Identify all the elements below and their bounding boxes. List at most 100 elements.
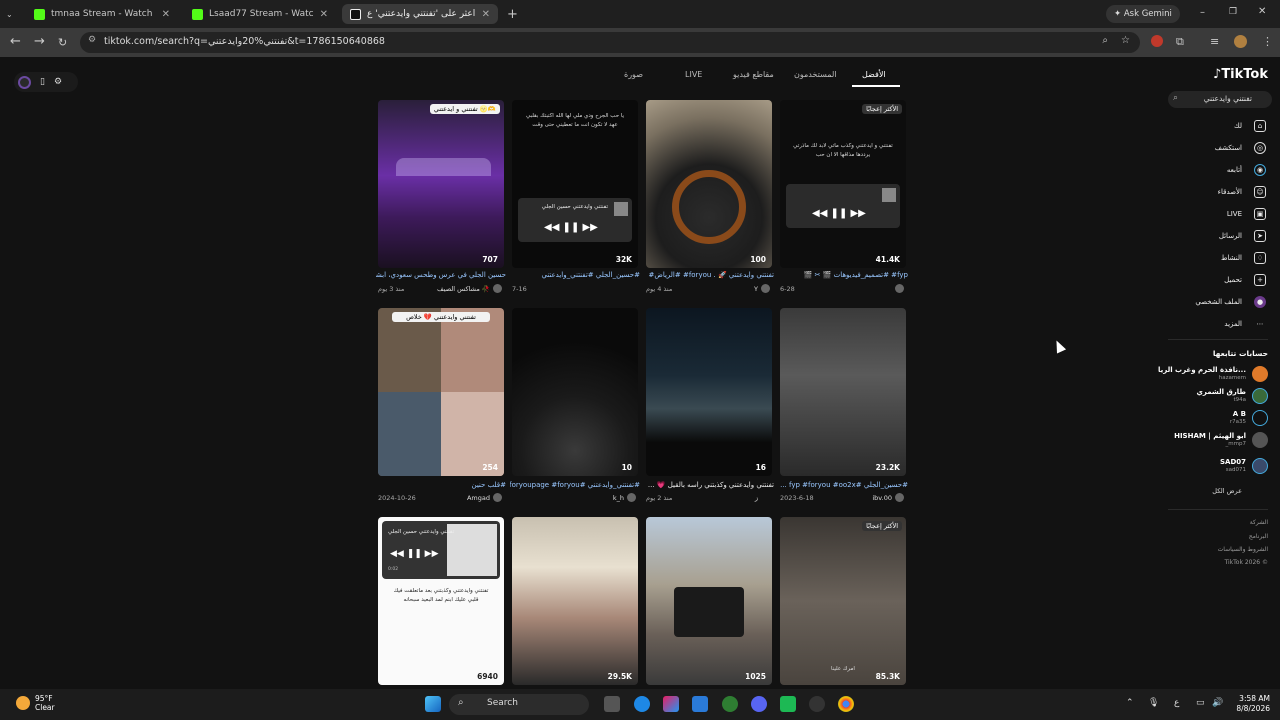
- player-controls-icon[interactable]: ◀◀ ❚❚ ▶▶: [390, 549, 439, 559]
- url-field[interactable]: ⚙ tiktok.com/search?q=تفنتني%20وايدعتني&t…: [80, 32, 1140, 53]
- nav-item-for-you[interactable]: ⌂ لك: [1156, 120, 1266, 134]
- nav-item-live[interactable]: ▣ LIVE: [1156, 208, 1266, 222]
- ask-gemini-button[interactable]: ✦ Ask Gemini: [1106, 5, 1180, 23]
- video-card[interactable]: 23.2K: [780, 308, 906, 476]
- nav-item-profile[interactable]: ● الملف الشخصي: [1156, 296, 1266, 310]
- app-steam-icon[interactable]: [809, 696, 825, 712]
- volume-icon[interactable]: 🔊: [1212, 698, 1223, 708]
- following-account[interactable]: HISHAM | ابو الهيثم _mmp7: [1158, 429, 1268, 451]
- close-tab-icon[interactable]: ✕: [162, 9, 170, 20]
- nav-item-following[interactable]: ◉ أتابعه: [1156, 164, 1266, 178]
- user-avatar[interactable]: [895, 493, 904, 502]
- tab-photos[interactable]: صورة: [624, 70, 643, 79]
- tab-tiktok-search[interactable]: اعثر على 'تفنتني وايدعتني' ع ✕: [342, 4, 498, 24]
- windows-start-icon[interactable]: [425, 696, 441, 712]
- user-avatar[interactable]: [895, 284, 904, 293]
- video-caption[interactable]: #حسين_الجلي #fyp #foryou #oo2x ...: [778, 481, 908, 489]
- back-arrow-icon[interactable]: ←: [10, 34, 21, 49]
- following-account[interactable]: A Br7a35: [1158, 407, 1268, 429]
- video-card[interactable]: الأكثر إعجابًا تفنتني و ايدعتني وكذب مات…: [780, 100, 906, 268]
- discord-icon[interactable]: [751, 696, 767, 712]
- user-avatar[interactable]: [493, 493, 502, 502]
- video-caption[interactable]: #حسين_الجلي #تفنتني_وايدعتني: [510, 271, 640, 279]
- video-card[interactable]: 10: [512, 308, 638, 476]
- edge-browser-icon[interactable]: [634, 696, 650, 712]
- video-card[interactable]: 100: [646, 100, 772, 268]
- reload-icon[interactable]: ↻: [58, 36, 67, 49]
- footer-link[interactable]: الشركة: [1250, 519, 1268, 526]
- user-avatar[interactable]: [761, 284, 770, 293]
- tab-videos[interactable]: مقاطع فيديو: [733, 70, 774, 79]
- nav-item-more[interactable]: ⋯ المزيد: [1156, 318, 1266, 332]
- video-caption[interactable]: #قلب حنين: [376, 481, 506, 489]
- video-card[interactable]: تفنتني و ايدعتني 🌝🫶 707: [378, 100, 504, 268]
- browser-menu-icon[interactable]: ⋮: [1262, 35, 1273, 48]
- user-avatar[interactable]: [627, 493, 636, 502]
- tab-kick-lsaad[interactable]: Lsaad77 Stream - Watch Li✕: [184, 4, 336, 24]
- footer-link[interactable]: البرنامج: [1249, 533, 1268, 540]
- nav-item-upload[interactable]: + تحميل: [1156, 274, 1266, 288]
- search-icon[interactable]: ⌕: [1173, 93, 1178, 103]
- app-green-icon[interactable]: [780, 696, 796, 712]
- language-icon[interactable]: ع: [1174, 698, 1179, 708]
- tray-chevron-icon[interactable]: ⌃: [1126, 698, 1134, 708]
- video-card[interactable]: تفنتني وايدعتني 💔 خلاص 254: [378, 308, 504, 476]
- video-caption[interactable]: تفنتني وايدعتني وكذبتني راسه بالقيل 💗 ..…: [644, 481, 774, 489]
- extension-orb-icon[interactable]: [18, 75, 31, 89]
- player-controls-icon[interactable]: ◀◀ ❚❚ ▶▶: [544, 222, 598, 233]
- video-caption[interactable]: حسين الجلي في عرس وطحس سعودي، ابشير بصوت…: [376, 271, 506, 279]
- new-tab-button[interactable]: +: [504, 4, 522, 24]
- tiktok-logo[interactable]: ♪TikTok: [1213, 67, 1268, 82]
- video-caption[interactable]: fyp# #تصميم_فيديوهات 🎬 ✂ 🎬: [778, 271, 908, 279]
- close-tab-icon[interactable]: ✕: [482, 9, 490, 20]
- task-view-icon[interactable]: [604, 696, 620, 712]
- nav-item-explore[interactable]: ◎ استكشف: [1156, 142, 1266, 156]
- following-account[interactable]: طارق الشمري t94a: [1158, 385, 1268, 407]
- video-card[interactable]: تفنتني وايدعتني حسين الجلي ◀◀ ❚❚ ▶▶ 0:02…: [378, 517, 504, 685]
- video-caption[interactable]: تفنتني وايدعتني 🚀 . foryou# #الرياض#: [644, 271, 775, 279]
- taskbar-search[interactable]: ⌕ Search: [449, 694, 589, 715]
- following-account[interactable]: SAD07 sad071: [1158, 455, 1268, 477]
- video-card[interactable]: الأكثر إعجابًا امرك علينا 85.3K: [780, 517, 906, 685]
- profile-avatar-icon[interactable]: [1234, 35, 1247, 48]
- video-card[interactable]: 16: [646, 308, 772, 476]
- video-caption[interactable]: #تفنتني_وايدعتني #foryoupage #foryou ...: [510, 481, 640, 489]
- see-all-link[interactable]: عرض الكل: [1212, 487, 1242, 495]
- tab-live[interactable]: LIVE: [685, 70, 702, 79]
- taskbar-clock[interactable]: 3:58 AM 8/8/2026: [1236, 694, 1270, 714]
- footer-link[interactable]: الشروط والسياسات: [1218, 546, 1268, 553]
- extension-square-icon[interactable]: ▯: [40, 77, 45, 87]
- bookmark-star-icon[interactable]: ☆: [1121, 35, 1130, 46]
- tab-list-button[interactable]: ⌄: [2, 4, 22, 24]
- minimize-button[interactable]: –: [1200, 7, 1205, 18]
- weather-widget[interactable]: 95°F Clear: [16, 694, 55, 712]
- microsoft-store-icon[interactable]: [692, 696, 708, 712]
- xbox-icon[interactable]: [722, 696, 738, 712]
- reading-list-icon[interactable]: ≡: [1210, 35, 1219, 48]
- extension-red-icon[interactable]: [1151, 35, 1163, 47]
- chrome-icon[interactable]: [838, 696, 854, 712]
- forward-arrow-icon[interactable]: →: [34, 34, 45, 49]
- video-card[interactable]: 29.5K: [512, 517, 638, 685]
- music-player[interactable]: ◀◀ ❚❚ ▶▶: [786, 184, 900, 228]
- search-input[interactable]: ⌕ تفنتني وايدعتني: [1168, 91, 1272, 108]
- music-player[interactable]: تفنتني وايدعتني حسين الجلي ◀◀ ❚❚ ▶▶: [518, 198, 632, 242]
- extension-settings-icon[interactable]: ⚙: [54, 77, 62, 87]
- video-card[interactable]: 1025: [646, 517, 772, 685]
- following-account[interactable]: نافذة الحرم وغرب الريا... hazamem: [1158, 363, 1268, 385]
- copilot-icon[interactable]: [663, 696, 679, 712]
- tab-kick-tmnaa[interactable]: tmnaa Stream - Watch Live on K✕: [26, 4, 178, 24]
- tab-users[interactable]: المستخدمون: [794, 70, 837, 79]
- music-player[interactable]: تفنتني وايدعتني حسين الجلي ◀◀ ❚❚ ▶▶ 0:02: [382, 521, 500, 579]
- nav-item-friends[interactable]: ☺ الأصدقاء: [1156, 186, 1266, 200]
- site-info-icon[interactable]: ⚙: [88, 35, 96, 45]
- video-card[interactable]: يا حب الجرح ودي ملي لها الله اكتبتك بقلب…: [512, 100, 638, 268]
- extensions-puzzle-icon[interactable]: ⧉: [1176, 35, 1184, 49]
- microphone-icon[interactable]: 🎙: [1148, 698, 1159, 708]
- zoom-icon[interactable]: ⌕: [1102, 35, 1108, 46]
- tab-top[interactable]: الأفضل: [862, 70, 886, 79]
- player-controls-icon[interactable]: ◀◀ ❚❚ ▶▶: [812, 208, 866, 219]
- network-icon[interactable]: ▭: [1196, 698, 1205, 708]
- nav-item-activity[interactable]: ♢ النشاط: [1156, 252, 1266, 266]
- maximize-button[interactable]: ❐: [1229, 7, 1237, 17]
